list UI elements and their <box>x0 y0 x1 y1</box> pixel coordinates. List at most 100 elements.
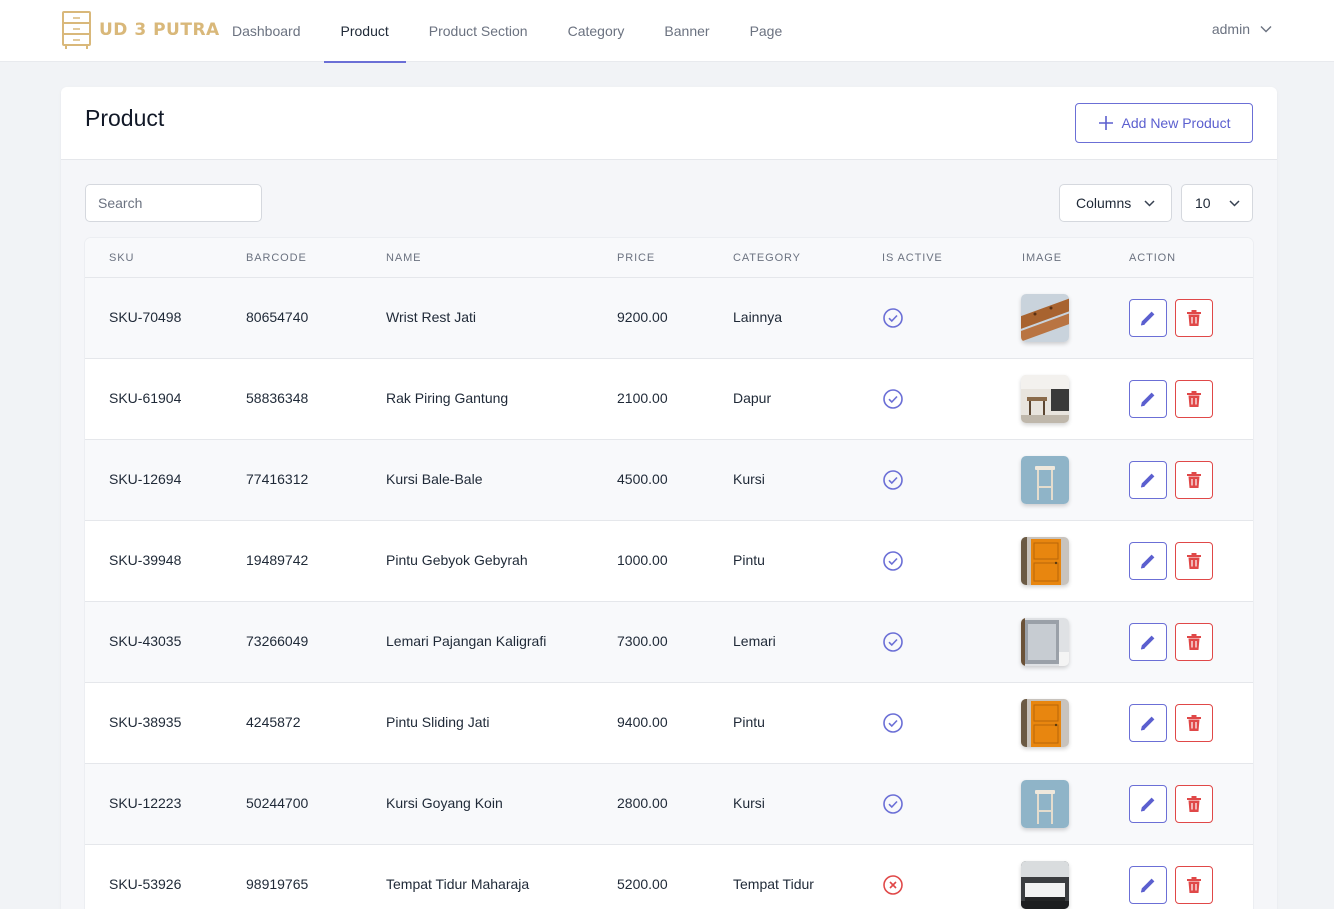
cell-price: 2100.00 <box>617 390 668 406</box>
product-image[interactable] <box>1021 375 1069 423</box>
cell-sku: SKU-61904 <box>109 390 182 406</box>
edit-button[interactable] <box>1129 542 1167 580</box>
delete-button[interactable] <box>1175 299 1213 337</box>
delete-button[interactable] <box>1175 542 1213 580</box>
product-image[interactable] <box>1021 780 1069 828</box>
table-row: SKU-70498 80654740 Wrist Rest Jati 9200.00 L… <box>85 278 1253 359</box>
cell-name: Rak Piring Gantung <box>386 390 509 406</box>
chevron-down-icon <box>1260 26 1272 33</box>
cell-category: Pintu <box>733 714 765 730</box>
cell-sku: SKU-12223 <box>109 795 182 811</box>
chevron-down-icon <box>1229 200 1240 207</box>
product-image[interactable] <box>1021 861 1069 909</box>
cell-name: Tempat Tidur Maharaja <box>386 876 530 892</box>
check-circle-icon <box>883 632 903 652</box>
columns-dropdown[interactable]: Columns <box>1059 184 1172 222</box>
edit-button[interactable] <box>1129 299 1167 337</box>
user-menu[interactable]: admin <box>1212 21 1272 37</box>
cell-price: 9200.00 <box>617 309 668 325</box>
product-image[interactable] <box>1021 618 1069 666</box>
add-new-product-button[interactable]: Add New Product <box>1075 103 1253 143</box>
cell-sku: SKU-38935 <box>109 714 182 730</box>
delete-button[interactable] <box>1175 704 1213 742</box>
header-category[interactable]: CATEGORY <box>733 252 801 264</box>
nav-dashboard[interactable]: Dashboard <box>212 0 321 62</box>
cell-name: Wrist Rest Jati <box>386 309 476 325</box>
table-row: SKU-53926 98919765 Tempat Tidur Maharaja 52… <box>85 845 1253 909</box>
check-circle-icon <box>883 389 903 409</box>
cell-barcode: 77416312 <box>246 471 309 487</box>
delete-button[interactable] <box>1175 461 1213 499</box>
nav-product-section[interactable]: Product Section <box>409 0 548 62</box>
cell-name: Kursi Bale-Bale <box>386 471 483 487</box>
pencil-icon <box>1140 554 1155 569</box>
cell-category: Lainnya <box>733 309 783 325</box>
header-sku[interactable]: SKU <box>109 252 134 264</box>
brand-name: UD 3 PUTRA <box>99 20 220 40</box>
product-image[interactable] <box>1021 537 1069 585</box>
cell-price: 4500.00 <box>617 471 668 487</box>
cell-name: Pintu Gebyok Gebyrah <box>386 552 528 568</box>
nav-category[interactable]: Category <box>548 0 645 62</box>
delete-button[interactable] <box>1175 866 1213 904</box>
header-is-active[interactable]: IS ACTIVE <box>882 252 943 264</box>
cabinet-logo-icon <box>62 11 91 49</box>
edit-button[interactable] <box>1129 866 1167 904</box>
cell-barcode: 98919765 <box>246 876 309 892</box>
header-name[interactable]: NAME <box>386 252 421 264</box>
product-image[interactable] <box>1021 294 1069 342</box>
cell-barcode: 73266049 <box>246 633 309 649</box>
nav-banner[interactable]: Banner <box>644 0 729 62</box>
nav-product[interactable]: Product <box>321 0 409 63</box>
header-barcode[interactable]: BARCODE <box>246 252 307 264</box>
cell-sku: SKU-12694 <box>109 471 182 487</box>
cell-price: 1000.00 <box>617 552 668 568</box>
delete-button[interactable] <box>1175 623 1213 661</box>
trash-icon <box>1187 715 1201 731</box>
trash-icon <box>1187 877 1201 893</box>
check-circle-icon <box>883 713 903 733</box>
cell-category: Pintu <box>733 552 765 568</box>
edit-button[interactable] <box>1129 704 1167 742</box>
pencil-icon <box>1140 716 1155 731</box>
trash-icon <box>1187 472 1201 488</box>
cell-sku: SKU-43035 <box>109 633 182 649</box>
header-price[interactable]: PRICE <box>617 252 655 264</box>
nav-page[interactable]: Page <box>730 0 803 62</box>
product-table: SKU BARCODE NAME PRICE CATEGORY IS ACTIV… <box>85 238 1253 909</box>
brand-logo[interactable]: UD 3 PUTRA <box>61 10 220 50</box>
delete-button[interactable] <box>1175 785 1213 823</box>
user-name: admin <box>1211 21 1250 37</box>
page-title: Product <box>85 105 165 131</box>
cell-barcode: 58836348 <box>246 390 309 406</box>
edit-button[interactable] <box>1129 380 1167 418</box>
check-circle-icon <box>883 551 903 571</box>
check-circle-icon <box>883 794 903 814</box>
cell-barcode: 50244700 <box>246 795 309 811</box>
cell-name: Kursi Goyang Koin <box>386 795 503 811</box>
table-header: SKU BARCODE NAME PRICE CATEGORY IS ACTIV… <box>85 238 1253 278</box>
cell-category: Dapur <box>733 390 772 406</box>
per-page-select[interactable]: 10 <box>1181 184 1253 222</box>
product-card: Product Add New Product Columns 10 SKU B… <box>61 87 1277 909</box>
edit-button[interactable] <box>1129 461 1167 499</box>
cell-name: Pintu Sliding Jati <box>386 714 490 730</box>
edit-button[interactable] <box>1129 785 1167 823</box>
table-row: SKU-12694 77416312 Kursi Bale-Bale 4500.00 K… <box>85 440 1253 521</box>
delete-button[interactable] <box>1175 380 1213 418</box>
pencil-icon <box>1140 797 1155 812</box>
trash-icon <box>1187 310 1201 326</box>
pencil-icon <box>1140 635 1155 650</box>
main-nav: Dashboard Product Product Section Catego… <box>212 0 803 63</box>
check-circle-icon <box>883 308 903 328</box>
cell-name: Lemari Pajangan Kaligrafi <box>386 633 547 649</box>
search-input[interactable] <box>85 184 262 222</box>
edit-button[interactable] <box>1129 623 1167 661</box>
product-image[interactable] <box>1021 456 1069 504</box>
pencil-icon <box>1140 473 1155 488</box>
table-body: SKU-70498 80654740 Wrist Rest Jati 9200.00 L… <box>85 278 1253 909</box>
product-image[interactable] <box>1021 699 1069 747</box>
table-row: SKU-12223 50244700 Kursi Goyang Koin 2800.0… <box>85 764 1253 845</box>
check-circle-icon <box>883 470 903 490</box>
cell-category: Lemari <box>733 633 776 649</box>
